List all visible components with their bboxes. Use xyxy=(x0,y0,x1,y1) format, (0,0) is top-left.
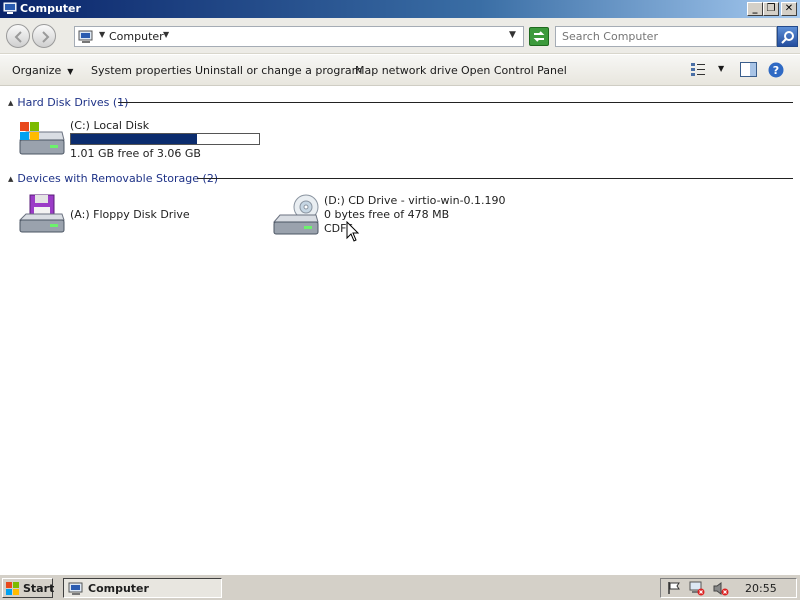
breadcrumb-item-computer[interactable]: Computer xyxy=(109,30,164,43)
views-icon[interactable] xyxy=(690,62,706,76)
drive-name: (C:) Local Disk xyxy=(70,119,150,132)
drive-a[interactable]: (A:) Floppy Disk Drive xyxy=(16,194,216,236)
chevron-down-icon: ▼ xyxy=(67,67,74,76)
group-header-hard-disk[interactable]: ▲ Hard Disk Drives (1) xyxy=(8,96,128,109)
breadcrumb-chevron-icon[interactable]: ▼ xyxy=(163,30,169,39)
back-arrow-icon xyxy=(14,31,22,43)
open-control-panel-button[interactable]: Open Control Panel xyxy=(461,64,567,77)
minimize-button[interactable]: _ xyxy=(747,2,763,16)
network-icon[interactable] xyxy=(689,581,705,596)
command-bar: Organize ▼ System properties Uninstall or… xyxy=(0,55,800,86)
group-header-removable[interactable]: ▲ Devices with Removable Storage (2) xyxy=(8,172,218,185)
breadcrumb-separator-icon[interactable]: ▼ xyxy=(99,30,105,39)
search-box[interactable] xyxy=(555,26,777,47)
back-button[interactable] xyxy=(6,24,30,48)
search-button[interactable] xyxy=(777,26,798,47)
window-title: Computer xyxy=(20,2,81,15)
content-area: ▲ Hard Disk Drives (1) (C:) Local Disk 1.… xyxy=(0,86,800,574)
maximize-button[interactable]: ❐ xyxy=(763,2,779,16)
drive-c[interactable]: (C:) Local Disk 1.01 GB free of 3.06 GB xyxy=(16,118,276,162)
close-button[interactable]: ✕ xyxy=(781,2,797,16)
forward-button[interactable] xyxy=(32,24,56,48)
group-divider xyxy=(197,178,793,179)
map-network-drive-button[interactable]: Map network drive xyxy=(355,64,458,77)
drive-name: (A:) Floppy Disk Drive xyxy=(70,208,190,221)
collapse-icon[interactable]: ▲ xyxy=(8,175,13,183)
address-bar: ▼ Computer ▼ ▼ xyxy=(0,18,800,54)
start-label: Start xyxy=(23,582,55,595)
cd-drive-icon xyxy=(272,194,319,235)
group-title: Hard Disk Drives (1) xyxy=(17,96,129,109)
taskbar-item-label: Computer xyxy=(88,582,149,595)
flag-icon[interactable] xyxy=(667,581,681,595)
taskbar: Start Computer 20:55 xyxy=(0,574,800,600)
preview-pane-icon[interactable] xyxy=(740,62,757,77)
mouse-cursor-icon xyxy=(346,221,360,242)
title-bar: Computer _ ❐ ✕ xyxy=(0,0,800,18)
volume-muted-icon[interactable] xyxy=(713,581,729,596)
drive-d[interactable]: (D:) CD Drive - virtio-win-0.1.190 0 byt… xyxy=(270,192,530,238)
refresh-button[interactable] xyxy=(529,27,549,46)
drive-free-space: 1.01 GB free of 3.06 GB xyxy=(70,147,201,160)
uninstall-program-button[interactable]: Uninstall or change a program xyxy=(195,64,362,77)
search-input[interactable] xyxy=(556,27,771,46)
floppy-drive-icon xyxy=(18,194,65,233)
group-title: Devices with Removable Storage (2) xyxy=(17,172,219,185)
search-icon xyxy=(781,31,794,44)
clock[interactable]: 20:55 xyxy=(745,582,777,595)
computer-icon xyxy=(78,30,93,43)
breadcrumb[interactable]: ▼ Computer ▼ ▼ xyxy=(74,26,524,47)
views-dropdown-icon[interactable]: ▼ xyxy=(718,64,724,73)
drive-free-space: 0 bytes free of 478 MB xyxy=(324,208,450,221)
hard-drive-icon xyxy=(19,122,65,155)
drive-name: (D:) CD Drive - virtio-win-0.1.190 xyxy=(324,194,506,207)
forward-arrow-icon xyxy=(42,31,50,43)
computer-icon xyxy=(68,582,83,595)
group-divider xyxy=(118,102,793,103)
taskbar-item-computer[interactable]: Computer xyxy=(63,578,222,598)
organize-button[interactable]: Organize ▼ xyxy=(12,64,73,77)
capacity-bar-fill xyxy=(71,134,197,144)
refresh-icon xyxy=(533,31,545,42)
svg-text:?: ? xyxy=(773,64,779,77)
system-properties-button[interactable]: System properties xyxy=(91,64,192,77)
start-button[interactable]: Start xyxy=(2,578,55,598)
address-history-dropdown-icon[interactable]: ▼ xyxy=(509,30,516,40)
organize-label: Organize xyxy=(12,64,62,77)
capacity-bar xyxy=(70,133,260,145)
system-tray: 20:55 xyxy=(660,578,797,598)
windows-logo-icon xyxy=(6,582,19,595)
help-icon[interactable]: ? xyxy=(768,62,784,78)
collapse-icon[interactable]: ▲ xyxy=(8,99,13,107)
computer-icon xyxy=(3,2,17,14)
